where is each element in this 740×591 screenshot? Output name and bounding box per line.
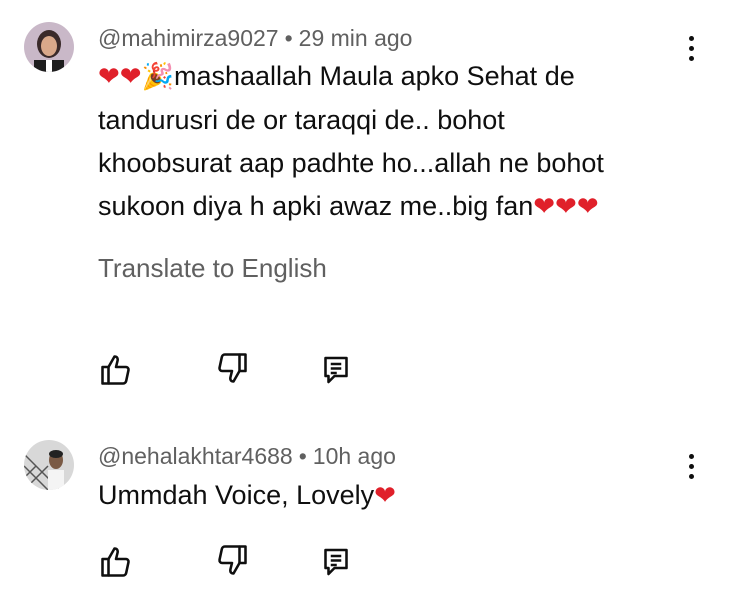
comment-line: khoobsurat aap padhte ho...allah ne boho… [98, 148, 604, 178]
reply-icon[interactable] [318, 544, 354, 580]
comment-line: Ummdah Voice, Lovely❤ [98, 480, 396, 511]
comment-author[interactable]: @nehalakhtar4688 [98, 443, 293, 469]
reply-icon[interactable] [318, 352, 354, 388]
comment-text: Ummdah Voice, Lovely❤ [98, 474, 698, 518]
comment-author[interactable]: @mahimirza9027 [98, 25, 279, 51]
comment-time[interactable]: 10h ago [313, 443, 396, 469]
comment-time[interactable]: 29 min ago [299, 25, 413, 51]
meta-separator: • [298, 443, 307, 469]
comment-meta: @nehalakhtar4688 • 10h ago [98, 442, 396, 470]
comment-meta: @mahimirza9027 • 29 min ago [98, 24, 412, 52]
heart-emoji: ❤❤🎉 [98, 62, 174, 92]
avatar[interactable] [24, 440, 74, 490]
comment-line: sukoon diya h apki awaz me..big fan❤❤❤ [98, 191, 599, 222]
translate-button[interactable]: Translate to English [98, 252, 327, 284]
heart-emoji: ❤ [374, 481, 396, 511]
thumbs-down-icon[interactable] [214, 542, 250, 578]
thumbs-up-icon[interactable] [98, 352, 134, 388]
thumbs-up-icon[interactable] [98, 544, 134, 580]
comment-text: ❤❤🎉mashaallah Maula apko Sehat de tandur… [98, 55, 698, 229]
comment-line: tandurusri de or taraqqi de.. bohot [98, 105, 505, 135]
avatar[interactable] [24, 22, 74, 72]
meta-separator: • [284, 25, 293, 51]
heart-emoji: ❤❤❤ [533, 192, 599, 222]
comment-line: ❤❤🎉mashaallah Maula apko Sehat de [98, 61, 575, 92]
thumbs-down-icon[interactable] [214, 350, 250, 386]
